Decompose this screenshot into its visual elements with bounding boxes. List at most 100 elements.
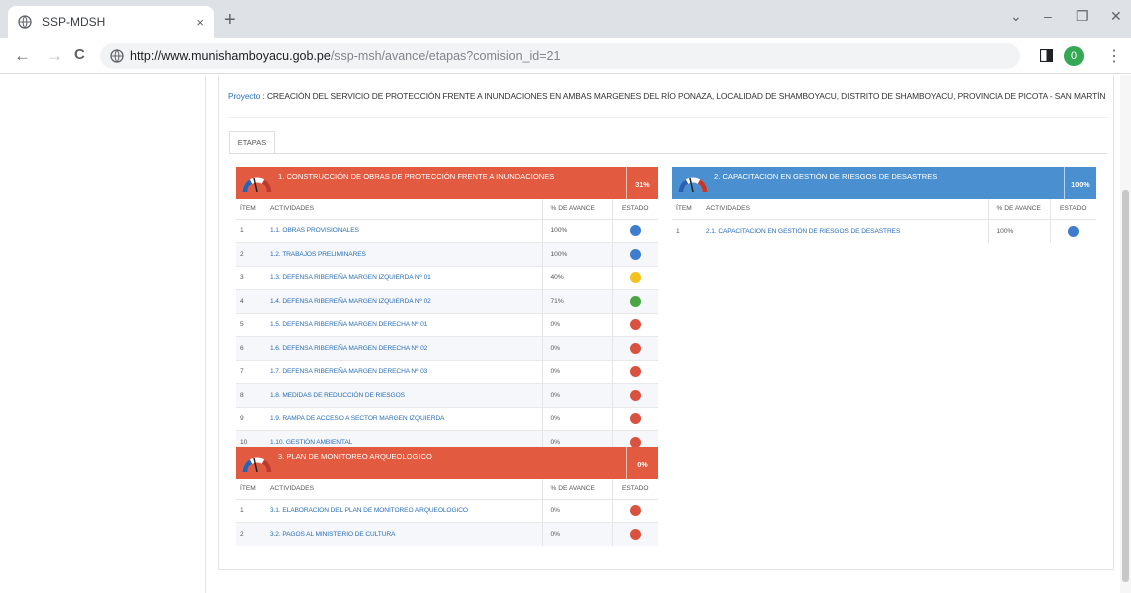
browser-tab[interactable]: SSP-MDSH × xyxy=(8,6,214,38)
project-line: Proyecto : CREACIÓN DEL SERVICIO DE PROT… xyxy=(228,91,1108,101)
stage-1-header: 1. CONSTRUCCIÓN DE OBRAS DE PROTECCIÓN F… xyxy=(236,167,658,199)
close-window-button[interactable]: ✕ xyxy=(1110,8,1122,25)
reload-button[interactable]: C xyxy=(74,46,85,63)
column-header-estado: ESTADO xyxy=(1049,199,1096,220)
stage-2-table: ÍTEM ACTIVIDADES % DE AVANCE ESTADO 1 2.1… xyxy=(672,199,1096,243)
menu-icon[interactable]: ⋮ xyxy=(1106,46,1122,66)
row-estado xyxy=(611,383,658,407)
browser-toolbar: ← → C http://www.munishamboyacu.gob.pe/s… xyxy=(0,38,1131,74)
activity-link[interactable]: 1.3. DEFENSA RIBEREÑA MARGEN IZQUIERDA N… xyxy=(266,265,542,290)
row-avance: 0% xyxy=(541,359,612,384)
row-estado xyxy=(611,522,658,546)
row-avance: 100% xyxy=(987,218,1050,243)
row-item: 9 xyxy=(236,406,266,431)
row-estado xyxy=(1049,218,1096,243)
browser-tab-strip: SSP-MDSH × + ⌄ – ❐ ✕ xyxy=(0,0,1131,38)
gauge-icon xyxy=(242,457,272,473)
activity-link[interactable]: 2.1. CAPACITACION EN GESTIÓN DE RIESGOS … xyxy=(702,218,988,243)
row-estado xyxy=(611,312,658,337)
activity-link[interactable]: 1.8. MEDIDAS DE REDUCCIÓN DE RIESGOS xyxy=(266,383,542,407)
stage-3-panel: 3. PLAN DE MONITOREO ARQUEOLOGICO 0% ÍTE… xyxy=(236,447,658,546)
project-name: CREACIÓN DEL SERVICIO DE PROTECCIÓN FREN… xyxy=(266,91,1106,101)
forward-button[interactable]: → xyxy=(46,46,63,66)
row-avance: 0% xyxy=(541,406,612,431)
row-estado xyxy=(611,336,658,360)
column-header-estado: ESTADO xyxy=(611,479,658,500)
profile-avatar[interactable]: 0 xyxy=(1064,46,1084,66)
tab-etapas[interactable]: ETAPAS xyxy=(229,131,275,154)
row-estado xyxy=(611,406,658,431)
restore-button[interactable]: ❐ xyxy=(1076,8,1089,25)
table-row: 7 1.7. DEFENSA RIBEREÑA MARGEN DERECHA Nº… xyxy=(236,359,658,384)
column-header-avance: % DE AVANCE xyxy=(987,199,1050,220)
table-row: 5 1.5. DEFENSA RIBEREÑA MARGEN DERECHA Nº… xyxy=(236,312,658,337)
stage-2-panel: 2. CAPACITACION EN GESTIÓN DE RIESGOS DE… xyxy=(672,167,1096,243)
row-item: 8 xyxy=(236,383,266,407)
status-dot xyxy=(629,342,641,354)
column-header-estado: ESTADO xyxy=(611,199,658,220)
back-button[interactable]: ← xyxy=(14,46,31,66)
activity-link[interactable]: 1.5. DEFENSA RIBEREÑA MARGEN DERECHA Nº … xyxy=(266,312,542,337)
new-tab-button[interactable]: + xyxy=(224,9,236,32)
row-item: 5 xyxy=(236,312,266,337)
address-bar[interactable]: http://www.munishamboyacu.gob.pe/ssp-msh… xyxy=(100,43,1020,69)
row-avance: 71% xyxy=(541,289,612,313)
row-item: 3 xyxy=(236,265,266,290)
scrollbar-thumb[interactable] xyxy=(1122,190,1129,582)
activity-link[interactable]: 3.2. PAGOS AL MINISTERIO DE CULTURA xyxy=(266,522,542,546)
stage-1-percent: 31% xyxy=(626,167,658,199)
table-row: 8 1.8. MEDIDAS DE REDUCCIÓN DE RIESGOS 0% xyxy=(236,383,658,407)
row-estado xyxy=(611,498,658,523)
stage-1-panel: 1. CONSTRUCCIÓN DE OBRAS DE PROTECCIÓN F… xyxy=(236,167,658,454)
row-avance: 0% xyxy=(541,522,612,546)
activity-link[interactable]: 1.7. DEFENSA RIBEREÑA MARGEN DERECHA Nº … xyxy=(266,359,542,384)
column-header-actividades: ACTIVIDADES xyxy=(266,479,542,500)
url-host: http://www.munishamboyacu.gob.pe xyxy=(130,49,331,63)
tab-search-icon[interactable]: ⌄ xyxy=(1010,8,1022,25)
table-row: 1 3.1. ELABORACION DEL PLAN DE MONITOREO … xyxy=(236,498,658,523)
activity-link[interactable]: 1.6. DEFENSA RIBEREÑA MARGEN DERECHA Nº … xyxy=(266,336,542,360)
row-item: 7 xyxy=(236,359,266,384)
activity-link[interactable]: 1.4. DEFENSA RIBEREÑA MARGEN IZQUIERDA N… xyxy=(266,289,542,313)
column-header-avance: % DE AVANCE xyxy=(541,479,612,500)
stage-3-table: ÍTEM ACTIVIDADES % DE AVANCE ESTADO 1 3.1… xyxy=(236,479,658,546)
column-header-item: ÍTEM xyxy=(672,199,702,220)
activity-link[interactable]: 1.9. RAMPA DE ACCESO A SECTOR MARGEN IZQ… xyxy=(266,406,542,431)
row-item: 2 xyxy=(236,242,266,266)
row-item: 4 xyxy=(236,289,266,313)
table-row: 1 1.1. OBRAS PROVISIONALES 100% xyxy=(236,218,658,243)
table-row: 1 2.1. CAPACITACION EN GESTIÓN DE RIESGOS… xyxy=(672,218,1096,243)
status-dot xyxy=(1067,225,1079,237)
table-row: 6 1.6. DEFENSA RIBEREÑA MARGEN DERECHA Nº… xyxy=(236,336,658,360)
table-row: 2 1.2. TRABAJOS PRELIMINARES 100% xyxy=(236,242,658,266)
column-header-item: ÍTEM xyxy=(236,479,266,500)
row-avance: 100% xyxy=(541,218,612,243)
site-info-icon[interactable] xyxy=(110,49,124,63)
divider xyxy=(228,117,1108,118)
row-avance: 40% xyxy=(541,265,612,290)
column-header-item: ÍTEM xyxy=(236,199,266,220)
gauge-icon xyxy=(678,177,708,193)
tab-title: SSP-MDSH xyxy=(42,15,106,29)
status-dot xyxy=(629,366,641,378)
tab-divider xyxy=(229,153,1107,154)
status-dot xyxy=(629,295,641,307)
row-item: 1 xyxy=(672,218,702,243)
stage-1-title: 1. CONSTRUCCIÓN DE OBRAS DE PROTECCIÓN F… xyxy=(278,172,555,181)
side-panel-icon[interactable] xyxy=(1040,49,1053,62)
activity-link[interactable]: 1.2. TRABAJOS PRELIMINARES xyxy=(266,242,542,266)
gauge-icon xyxy=(242,177,272,193)
row-estado xyxy=(611,289,658,313)
row-item: 1 xyxy=(236,498,266,523)
globe-icon xyxy=(18,15,32,29)
stage-2-title: 2. CAPACITACION EN GESTIÓN DE RIESGOS DE… xyxy=(714,172,938,181)
minimize-button[interactable]: – xyxy=(1044,8,1052,24)
activity-link[interactable]: 1.1. OBRAS PROVISIONALES xyxy=(266,218,542,243)
row-estado xyxy=(611,218,658,243)
activity-link[interactable]: 3.1. ELABORACION DEL PLAN DE MONITOREO A… xyxy=(266,498,542,523)
stage-3-percent: 0% xyxy=(626,447,658,479)
row-avance: 100% xyxy=(541,242,612,266)
status-dot xyxy=(629,248,641,260)
row-avance: 0% xyxy=(541,336,612,360)
tab-close-icon[interactable]: × xyxy=(196,15,204,30)
